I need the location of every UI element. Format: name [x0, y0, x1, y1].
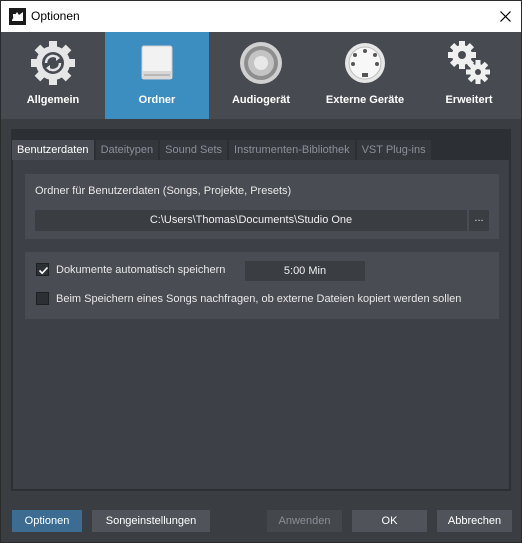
user-data-folder-path-field[interactable]: C:\Users\Thomas\Documents\Studio One: [35, 210, 467, 231]
studio-one-app-icon: [9, 8, 26, 25]
tab-benutzerdaten[interactable]: Benutzerdaten: [12, 140, 94, 160]
user-data-folder-label: Ordner für Benutzerdaten (Songs, Projekt…: [35, 185, 292, 197]
checkmark-icon: [38, 266, 49, 275]
midi-connector-icon: [345, 43, 385, 83]
options-button[interactable]: Optionen: [12, 510, 82, 532]
category-label: Audiogerät: [231, 94, 291, 106]
tab-vst-plug-ins[interactable]: VST Plug-ins: [356, 140, 431, 160]
drive-icon: [141, 45, 173, 80]
autosave-checkbox[interactable]: [36, 263, 49, 276]
tab-sound-sets[interactable]: Sound Sets: [160, 140, 228, 160]
gears-icon: [448, 41, 490, 84]
options-category-toolbar: Allgemein Ordner Audiogerät Externe Gerä…: [1, 32, 521, 119]
browse-folder-button[interactable]: ...: [469, 210, 489, 231]
autosave-label: Dokumente automatisch speichern: [56, 264, 226, 276]
category-externe-geraete[interactable]: Externe Geräte: [313, 32, 417, 119]
close-button[interactable]: [489, 1, 521, 32]
ok-button[interactable]: OK: [352, 510, 427, 532]
tab-bar: Benutzerdaten Dateitypen Sound Sets Inst…: [12, 140, 433, 160]
category-allgemein[interactable]: Allgemein: [1, 32, 105, 119]
apply-button[interactable]: Anwenden: [267, 510, 342, 532]
window-title: Optionen: [31, 9, 80, 23]
tab-dateitypen[interactable]: Dateitypen: [95, 140, 159, 160]
options-dialog: Optionen Allgemein Ordner Audiogerät Ext…: [0, 0, 522, 543]
category-erweitert[interactable]: Erweitert: [417, 32, 521, 119]
autosave-interval-field[interactable]: 5:00 Min: [245, 261, 365, 281]
category-audiogeraet[interactable]: Audiogerät: [209, 32, 313, 119]
gear-refresh-icon: [31, 41, 75, 85]
category-label: Externe Geräte: [325, 94, 405, 106]
category-label: Ordner: [138, 94, 176, 106]
tab-instrumenten-bibliothek[interactable]: Instrumenten-Bibliothek: [229, 140, 355, 160]
cancel-button[interactable]: Abbrechen: [437, 510, 512, 532]
ask-copy-external-files-checkbox[interactable]: [36, 292, 49, 305]
ask-copy-external-files-label: Beim Speichern eines Songs nachfragen, o…: [56, 293, 462, 305]
title-bar: Optionen: [1, 1, 521, 32]
category-ordner[interactable]: Ordner: [105, 32, 209, 119]
category-label: Allgemein: [26, 94, 80, 106]
speaker-icon: [240, 42, 282, 84]
close-icon: [499, 11, 511, 22]
category-label: Erweitert: [445, 94, 493, 106]
song-settings-button[interactable]: Songeinstellungen: [92, 510, 210, 532]
